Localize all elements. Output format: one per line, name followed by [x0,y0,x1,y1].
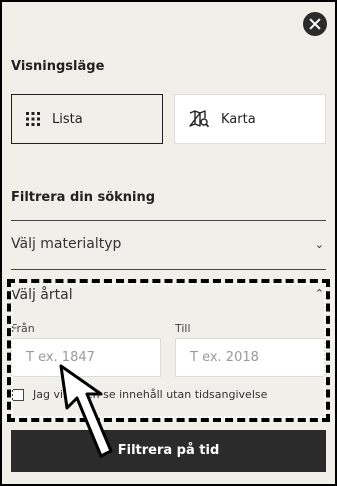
divider [11,269,326,270]
view-list-button[interactable]: Lista [11,94,163,144]
close-icon[interactable] [303,12,327,36]
grid-icon [26,112,40,126]
filter-heading: Filtrera din sökning [11,190,156,205]
view-map-label: Karta [221,111,256,127]
filter-panel: Visningsläge Lista Karta Filtrera din sö… [2,2,335,484]
chevron-down-icon: ⌄ [314,238,324,251]
view-mode-heading: Visningsläge [11,59,105,74]
view-map-button[interactable]: Karta [174,94,326,144]
material-type-select[interactable]: Välj materialtyp ⌄ [11,236,326,256]
material-type-label: Välj materialtyp [11,236,122,252]
map-search-icon [189,110,209,128]
divider [11,220,326,221]
pointer-cursor-icon [57,362,117,466]
view-list-label: Lista [52,111,83,127]
